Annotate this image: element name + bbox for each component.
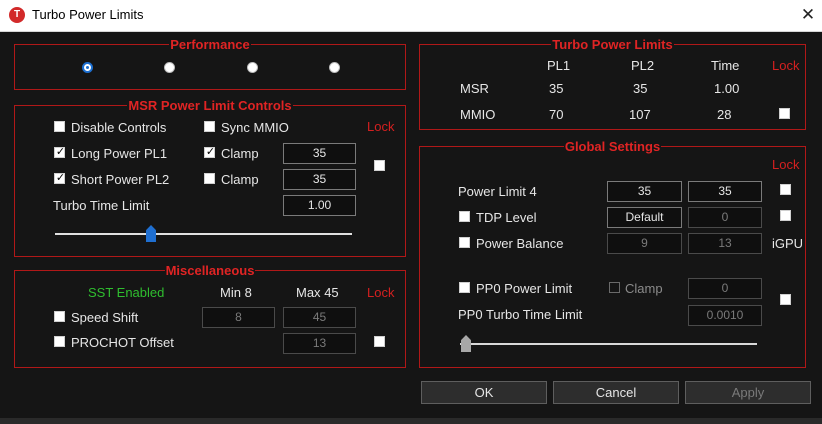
min-label: Min 8: [220, 285, 252, 300]
mmio-time-value: 28: [717, 107, 732, 122]
sync-mmio-checkbox[interactable]: [204, 121, 215, 132]
pp0-turbo-time-field[interactable]: 0.0010: [688, 305, 762, 326]
msr-lock-checkbox[interactable]: [374, 160, 385, 171]
speed-shift-max-field[interactable]: 45: [283, 307, 356, 328]
power-balance-label: Power Balance: [476, 236, 564, 251]
pl1-clamp-label: Clamp: [221, 146, 259, 161]
turbo-time-slider-track[interactable]: [55, 233, 352, 235]
pp0-power-limit-label: PP0 Power Limit: [476, 281, 573, 296]
max-label: Max 45: [296, 285, 339, 300]
pl2-value-field[interactable]: 35: [283, 169, 356, 190]
turbo-lock-label: Lock: [772, 58, 800, 73]
performance-title: Performance: [169, 37, 251, 52]
pl2-clamp-label: Clamp: [221, 172, 259, 187]
mmio-lock-checkbox[interactable]: [779, 108, 790, 119]
power-limit-4-field-1[interactable]: 35: [607, 181, 682, 202]
speed-shift-checkbox[interactable]: [54, 311, 65, 322]
close-button[interactable]: ✕: [794, 0, 822, 31]
power-balance-igpu-field[interactable]: 13: [688, 233, 762, 254]
turbo-time-limit-field[interactable]: 1.00: [283, 195, 356, 216]
long-power-pl1-label: Long Power PL1: [71, 146, 168, 161]
global-settings-group: Global Settings Lock Power Limit 4 35 35…: [419, 139, 806, 368]
apply-button[interactable]: Apply: [685, 381, 811, 404]
tdp-level-field[interactable]: Default: [607, 207, 682, 228]
msr-pl1-value: 35: [549, 81, 564, 96]
pl1-clamp-checkbox[interactable]: [204, 145, 216, 159]
sync-mmio-label: Sync MMIO: [221, 120, 289, 135]
tdp-level-lock-checkbox[interactable]: [780, 210, 791, 221]
title-bar: T Turbo Power Limits ✕: [0, 0, 822, 32]
power-limit-4-field-2[interactable]: 35: [688, 181, 762, 202]
pl2-clamp-checkbox[interactable]: [204, 173, 215, 184]
msr-title: MSR Power Limit Controls: [127, 98, 293, 113]
short-power-pl2-label: Short Power PL2: [71, 172, 170, 187]
pl2-header: PL2: [631, 58, 655, 73]
performance-group: Performance: [14, 37, 406, 90]
ok-button[interactable]: OK: [421, 381, 547, 404]
disable-controls-checkbox[interactable]: [54, 121, 65, 132]
power-balance-checkbox[interactable]: [459, 237, 470, 248]
pl1-value-field[interactable]: 35: [283, 143, 356, 164]
prochot-offset-label: PROCHOT Offset: [71, 335, 174, 350]
msr-group: MSR Power Limit Controls Disable Control…: [14, 98, 406, 257]
msr-time-value: 1.00: [714, 81, 740, 96]
turbo-time-limit-label: Turbo Time Limit: [53, 198, 150, 213]
app-logo-icon: T: [9, 7, 25, 23]
global-lock-label: Lock: [772, 157, 800, 172]
misc-lock-checkbox[interactable]: [374, 336, 385, 347]
tdp-level-label: TDP Level: [476, 210, 537, 225]
performance-option-1[interactable]: [82, 62, 93, 73]
close-icon: ✕: [800, 5, 816, 24]
pp0-turbo-time-label: PP0 Turbo Time Limit: [458, 307, 583, 322]
pp0-lock-checkbox[interactable]: [780, 294, 791, 305]
pp0-turbo-slider-thumb[interactable]: [461, 335, 471, 352]
global-settings-title: Global Settings: [563, 139, 662, 154]
window-title: Turbo Power Limits: [32, 7, 144, 22]
disable-controls-label: Disable Controls: [71, 120, 167, 135]
time-header: Time: [711, 58, 740, 73]
mmio-row-label: MMIO: [460, 107, 496, 122]
mmio-pl2-value: 107: [629, 107, 651, 122]
misc-title: Miscellaneous: [164, 263, 256, 278]
speed-shift-min-field[interactable]: 8: [202, 307, 275, 328]
cancel-button[interactable]: Cancel: [553, 381, 679, 404]
pp0-turbo-slider-track[interactable]: [460, 343, 757, 345]
prochot-offset-field[interactable]: 13: [283, 333, 356, 354]
power-limit-4-label: Power Limit 4: [458, 184, 537, 199]
speed-shift-label: Speed Shift: [71, 310, 139, 325]
tdp-level-checkbox[interactable]: [459, 211, 470, 222]
igpu-label: iGPU: [772, 236, 804, 251]
performance-option-4[interactable]: [329, 62, 340, 73]
turbo-limits-group: Turbo Power Limits PL1 PL2 Time Lock MSR…: [419, 37, 806, 130]
turbo-time-slider-thumb[interactable]: [146, 225, 156, 242]
pp0-clamp-label: Clamp: [625, 281, 663, 296]
pp0-power-limit-checkbox[interactable]: [459, 282, 470, 293]
long-power-pl1-checkbox[interactable]: [54, 145, 66, 159]
power-balance-cpu-field[interactable]: 9: [607, 233, 682, 254]
misc-group: Miscellaneous SST Enabled Min 8 Max 45 L…: [14, 263, 406, 368]
performance-option-2[interactable]: [164, 62, 175, 73]
msr-row-label: MSR: [460, 81, 489, 96]
mmio-pl1-value: 70: [549, 107, 564, 122]
short-power-pl2-checkbox[interactable]: [54, 171, 66, 185]
msr-pl2-value: 35: [633, 81, 648, 96]
pl1-header: PL1: [547, 58, 571, 73]
sst-status: SST Enabled: [88, 285, 165, 300]
tdp-level-value-field[interactable]: 0: [688, 207, 762, 228]
performance-option-3[interactable]: [247, 62, 258, 73]
background-strip: [0, 418, 822, 424]
msr-lock-label: Lock: [367, 119, 395, 134]
pp0-power-limit-field[interactable]: 0: [688, 278, 762, 299]
pp0-clamp-checkbox[interactable]: [609, 282, 620, 293]
misc-lock-label: Lock: [367, 285, 395, 300]
power-limit-4-lock-checkbox[interactable]: [780, 184, 791, 195]
turbo-limits-title: Turbo Power Limits: [551, 37, 674, 52]
prochot-offset-checkbox[interactable]: [54, 336, 65, 347]
